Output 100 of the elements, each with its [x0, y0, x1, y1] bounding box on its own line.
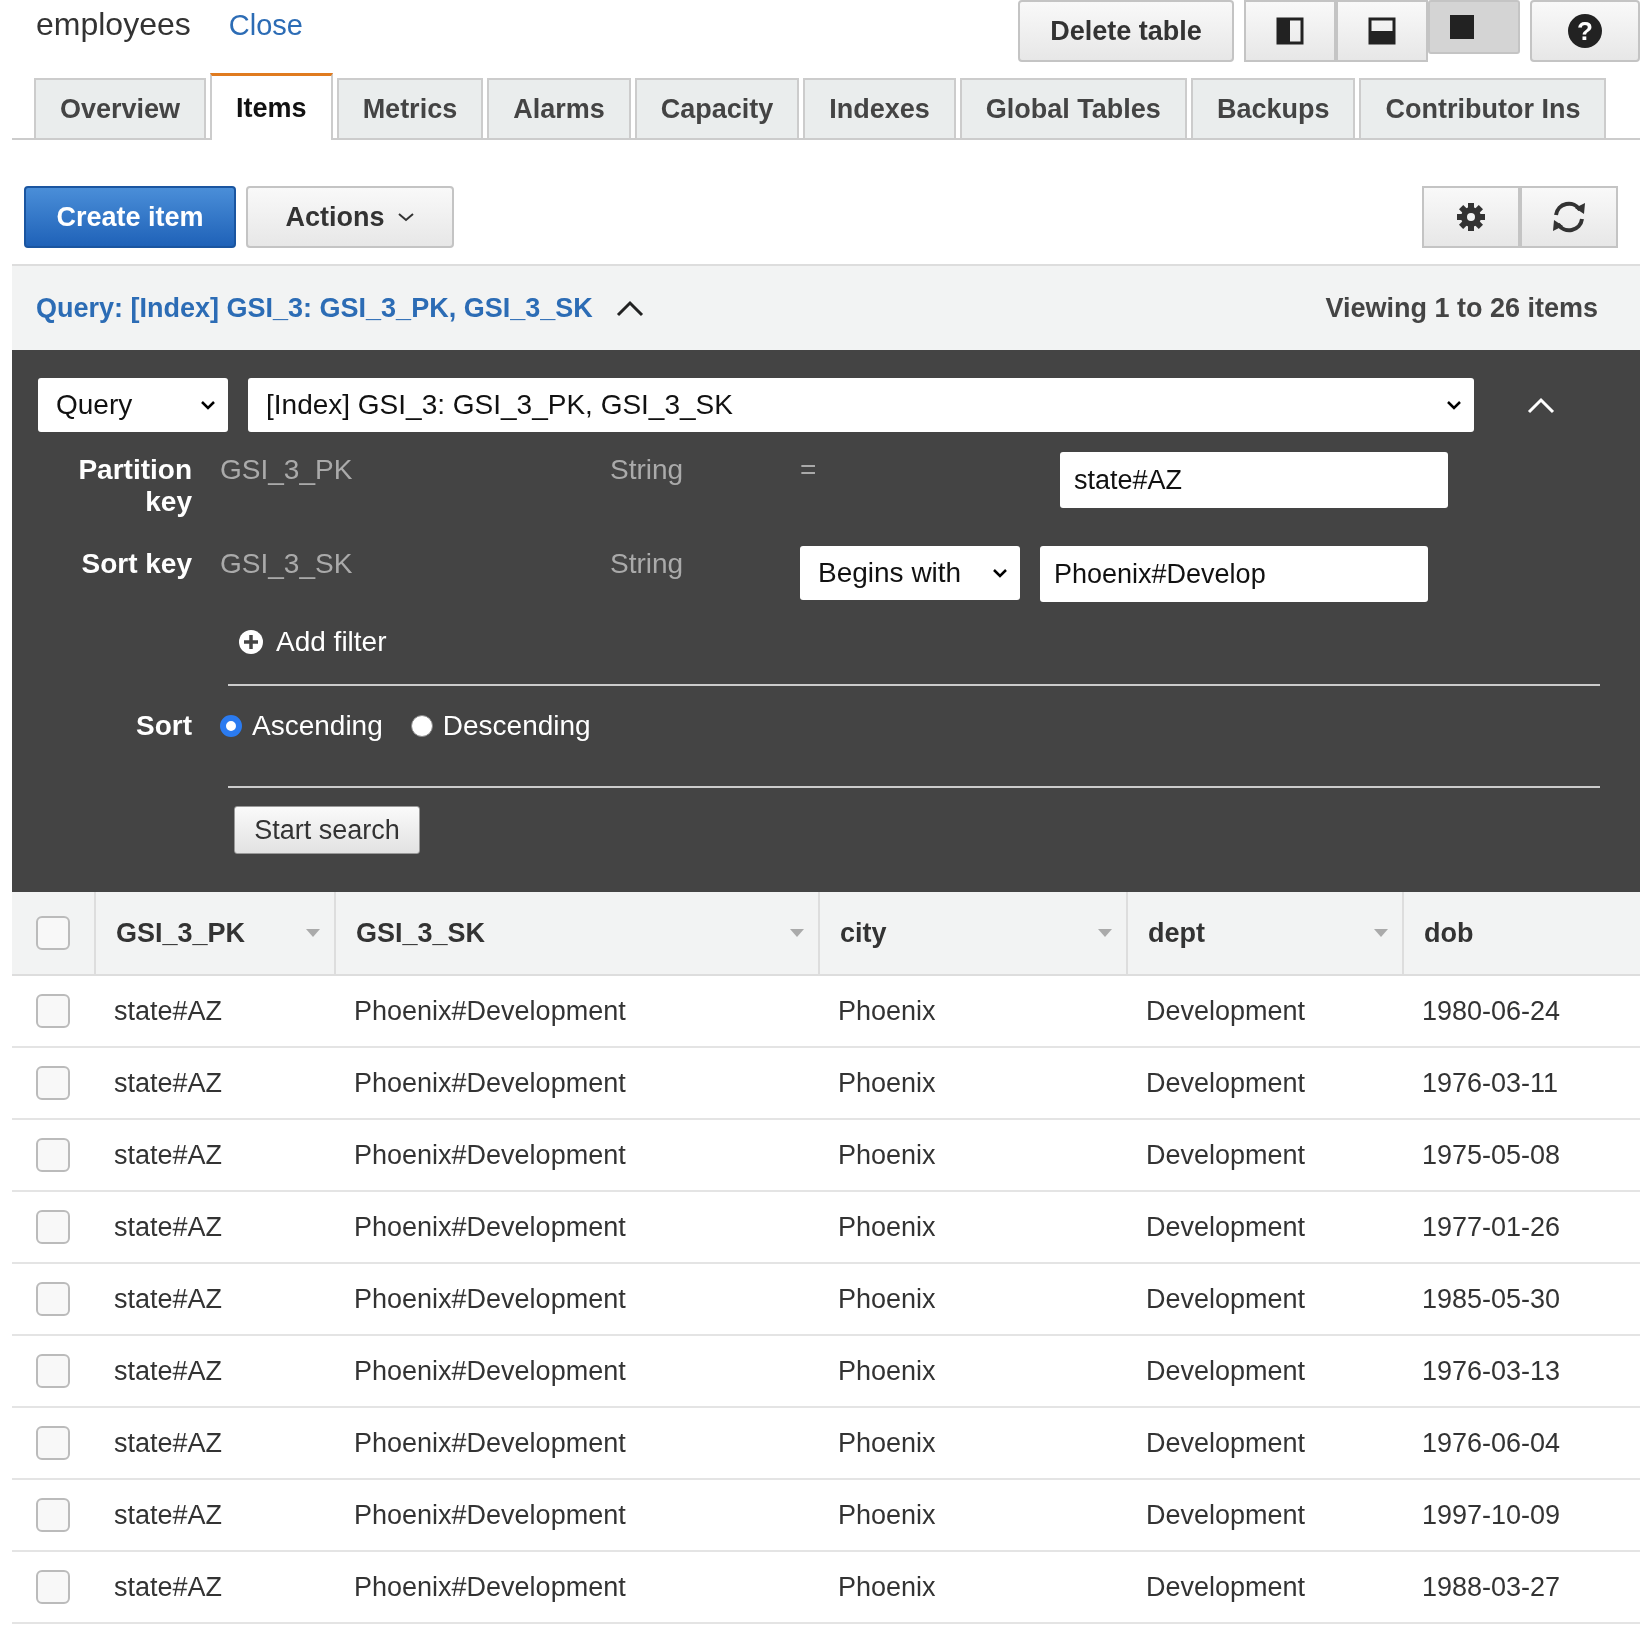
condition-select[interactable]: Begins with	[800, 546, 1020, 600]
tab[interactable]: Metrics	[336, 78, 484, 138]
radio-button[interactable]	[410, 715, 433, 737]
column-header[interactable]: city	[840, 917, 887, 949]
delete-table-button[interactable]: Delete table	[1018, 0, 1234, 62]
table-cell: Phoenix#Development	[354, 1067, 626, 1098]
close-link[interactable]: Close	[228, 9, 303, 42]
table-cell: state#AZ	[114, 1571, 223, 1602]
plus-circle-icon[interactable]	[238, 629, 264, 655]
table-cell: Development	[1146, 1211, 1306, 1242]
table-cell: Phoenix	[838, 1355, 936, 1386]
table-cell: Development	[1146, 1067, 1306, 1098]
radio-label[interactable]: Descending	[442, 710, 591, 742]
radio-label[interactable]: Ascending	[252, 710, 383, 742]
split-pane-icon	[1368, 17, 1396, 45]
field-label: Partition key	[77, 454, 192, 518]
table-cell: Phoenix#Development	[354, 1427, 626, 1458]
chevron-icon[interactable]	[1526, 395, 1556, 415]
table-cell: 1976-03-13	[1422, 1355, 1561, 1386]
table-cell: 1988-03-27	[1422, 1571, 1561, 1602]
checkbox[interactable]	[36, 994, 70, 1028]
column-header[interactable]: GSI_3_SK	[356, 917, 486, 949]
table-cell: 1985-05-30	[1422, 1283, 1561, 1314]
table-cell: Phoenix	[838, 995, 936, 1026]
table-cell: 1975-05-08	[1422, 1139, 1561, 1170]
index-select[interactable]: [Index] GSI_3: GSI_3_PK, GSI_3_SK	[248, 378, 1474, 432]
chevron-icon[interactable]	[614, 298, 645, 318]
tab[interactable]: Indexes	[803, 78, 956, 138]
add-filter-link[interactable]: Add filter	[276, 626, 387, 658]
tab[interactable]: Items	[210, 73, 333, 140]
query-type-select[interactable]: Query	[38, 378, 228, 432]
item-count: Viewing 1 to 26 items	[1325, 292, 1598, 324]
checkbox[interactable]	[36, 1066, 70, 1100]
table-cell: Development	[1146, 1139, 1306, 1170]
split-pane-icon	[1276, 17, 1304, 45]
help-button[interactable]: ?	[1530, 0, 1640, 62]
table-cell: Development	[1146, 995, 1306, 1026]
table-cell: state#AZ	[114, 1139, 223, 1170]
radio-button[interactable]	[220, 715, 242, 737]
table-cell: Phoenix	[838, 1499, 936, 1530]
field-label: Sort key	[80, 548, 192, 580]
tab[interactable]: Overview	[34, 78, 207, 138]
table-cell: Phoenix#Development	[354, 995, 626, 1026]
layout-button[interactable]	[1336, 0, 1428, 62]
tab[interactable]: Global Tables	[959, 78, 1187, 138]
sort-caret-icon[interactable]	[1374, 929, 1388, 937]
attribute-name: GSI_3_PK	[220, 454, 354, 486]
input-field[interactable]: Phoenix#Develop	[1040, 546, 1428, 602]
input-field[interactable]: state#AZ	[1060, 452, 1448, 508]
column-header[interactable]: dob	[1424, 917, 1474, 949]
tab[interactable]: Alarms	[487, 78, 631, 138]
layout-button[interactable]	[1428, 0, 1520, 54]
sort-caret-icon[interactable]	[790, 929, 804, 937]
table-cell: Phoenix#Development	[354, 1499, 626, 1530]
table-cell: state#AZ	[114, 1067, 223, 1098]
table-cell: Phoenix#Development	[354, 1355, 626, 1386]
checkbox[interactable]	[36, 1138, 70, 1172]
checkbox[interactable]	[36, 1282, 70, 1316]
column-header[interactable]: dept	[1148, 917, 1205, 949]
full-pane-icon	[1448, 13, 1476, 41]
field-label: Sort	[135, 710, 192, 742]
checkbox[interactable]	[36, 1354, 70, 1388]
table-cell: Phoenix	[838, 1427, 936, 1458]
create-item-button[interactable]: Create item	[24, 186, 236, 248]
tab[interactable]: Contributor Ins	[1359, 78, 1607, 138]
query-title-link[interactable]: Query: [Index] GSI_3: GSI_3_PK, GSI_3_SK	[36, 292, 593, 324]
table-cell: 1976-06-04	[1422, 1427, 1561, 1458]
table-cell: 1976-03-11	[1422, 1067, 1559, 1098]
column-header[interactable]: GSI_3_PK	[116, 917, 246, 949]
caret-icon	[200, 400, 216, 410]
checkbox[interactable]	[36, 1570, 70, 1604]
checkbox[interactable]	[36, 1426, 70, 1460]
checkbox[interactable]	[36, 1498, 70, 1532]
tab[interactable]: Backups	[1190, 78, 1356, 138]
table-cell: Development	[1146, 1283, 1306, 1314]
table-cell: Development	[1146, 1355, 1306, 1386]
table-cell: 1997-10-09	[1422, 1499, 1561, 1530]
table-cell: Phoenix#Development	[354, 1139, 626, 1170]
caret-icon	[396, 211, 415, 223]
table-cell: state#AZ	[114, 1355, 223, 1386]
table-cell: Phoenix	[838, 1211, 936, 1242]
table-cell: state#AZ	[114, 1499, 223, 1530]
checkbox[interactable]	[36, 1210, 70, 1244]
table-cell: Phoenix	[838, 1571, 936, 1602]
sort-caret-icon[interactable]	[1098, 929, 1112, 937]
table-cell: Phoenix#Development	[354, 1211, 626, 1242]
table-cell: 1977-01-26	[1422, 1211, 1561, 1242]
table-cell: state#AZ	[114, 1283, 223, 1314]
caret-icon	[992, 568, 1008, 578]
start-search-button[interactable]: Start search	[234, 806, 420, 854]
table-cell: Phoenix	[838, 1139, 936, 1170]
tab[interactable]: Capacity	[634, 78, 800, 138]
checkbox[interactable]	[36, 916, 70, 950]
refresh-button[interactable]	[1520, 186, 1618, 248]
settings-button[interactable]	[1422, 186, 1520, 248]
sort-caret-icon[interactable]	[306, 929, 320, 937]
table-cell: state#AZ	[114, 1211, 223, 1242]
layout-button[interactable]	[1244, 0, 1336, 62]
actions-button[interactable]: Actions	[246, 186, 454, 248]
table-cell: Development	[1146, 1427, 1306, 1458]
